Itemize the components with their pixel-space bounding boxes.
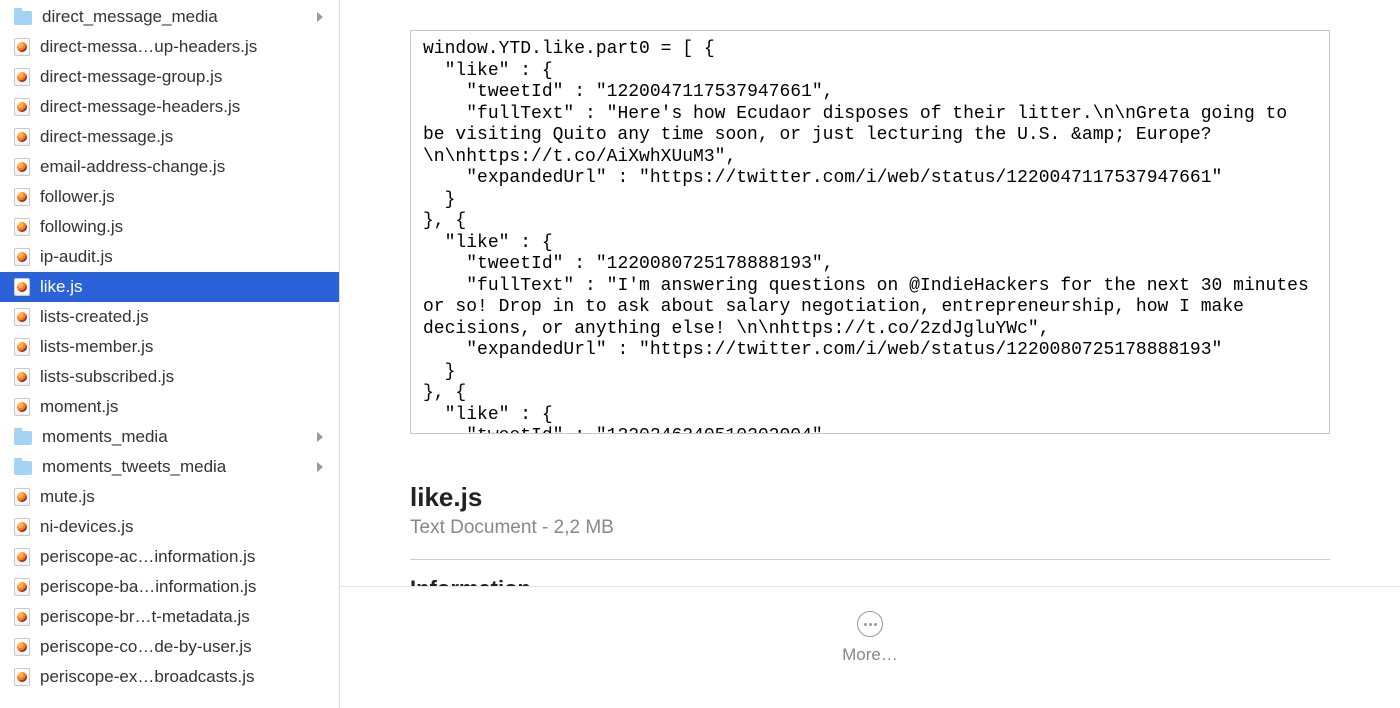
file-row[interactable]: periscope-ac…information.js	[0, 542, 339, 572]
file-row[interactable]: direct-messa…up-headers.js	[0, 32, 339, 62]
file-row-label: mute.js	[40, 487, 329, 507]
file-row-label: periscope-ex…broadcasts.js	[40, 667, 329, 687]
file-row-label: ni-devices.js	[40, 517, 329, 537]
preview-size: 2,2 MB	[554, 517, 614, 538]
file-row-label: direct-message.js	[40, 127, 329, 147]
file-row-label: ip-audit.js	[40, 247, 329, 267]
folder-icon	[14, 461, 32, 475]
file-row[interactable]: periscope-co…de-by-user.js	[0, 632, 339, 662]
file-row-label: moments_media	[42, 427, 317, 447]
chevron-right-icon	[317, 432, 323, 442]
js-file-icon	[14, 368, 30, 386]
folder-icon	[14, 431, 32, 445]
preview-subline: Text Document - 2,2 MB	[410, 517, 1330, 539]
file-preview-code: window.YTD.like.part0 = [ { "like" : { "…	[423, 39, 1317, 434]
js-file-icon	[14, 218, 30, 236]
js-file-icon	[14, 158, 30, 176]
file-row[interactable]: lists-subscribed.js	[0, 362, 339, 392]
folder-icon	[14, 11, 32, 25]
file-row-label: email-address-change.js	[40, 157, 329, 177]
file-row[interactable]: periscope-ba…information.js	[0, 572, 339, 602]
footer-bar: More…	[340, 586, 1400, 708]
file-list-sidebar: direct_message_media direct-messa…up-head…	[0, 0, 340, 708]
file-row[interactable]: ip-audit.js	[0, 242, 339, 272]
file-row-label: like.js	[40, 277, 329, 297]
file-row[interactable]: direct_message_media	[0, 2, 339, 32]
file-row[interactable]: lists-member.js	[0, 332, 339, 362]
file-row[interactable]: moments_tweets_media	[0, 452, 339, 482]
js-file-icon	[14, 488, 30, 506]
file-row[interactable]: direct-message-headers.js	[0, 92, 339, 122]
file-row-label: lists-subscribed.js	[40, 367, 329, 387]
file-row-label: periscope-br…t-metadata.js	[40, 607, 329, 627]
js-file-icon	[14, 308, 30, 326]
file-row-label: direct-message-headers.js	[40, 97, 329, 117]
file-row[interactable]: ni-devices.js	[0, 512, 339, 542]
file-row-label: moments_tweets_media	[42, 457, 317, 477]
file-row[interactable]: mute.js	[0, 482, 339, 512]
file-row-label: following.js	[40, 217, 329, 237]
js-file-icon	[14, 68, 30, 86]
file-row[interactable]: following.js	[0, 212, 339, 242]
file-row-label: lists-member.js	[40, 337, 329, 357]
chevron-right-icon	[317, 12, 323, 22]
file-preview-box: window.YTD.like.part0 = [ { "like" : { "…	[410, 30, 1330, 434]
file-row[interactable]: lists-created.js	[0, 302, 339, 332]
js-file-icon	[14, 38, 30, 56]
js-file-icon	[14, 608, 30, 626]
file-row-label: direct-message-group.js	[40, 67, 329, 87]
js-file-icon	[14, 398, 30, 416]
js-file-icon	[14, 248, 30, 266]
preview-kind: Text Document	[410, 517, 537, 538]
file-row[interactable]: follower.js	[0, 182, 339, 212]
file-row[interactable]: direct-message.js	[0, 122, 339, 152]
finder-window: direct_message_media direct-messa…up-head…	[0, 0, 1400, 708]
file-row-label: periscope-co…de-by-user.js	[40, 637, 329, 657]
js-file-icon	[14, 668, 30, 686]
file-row[interactable]: periscope-ex…broadcasts.js	[0, 662, 339, 692]
file-row-label: follower.js	[40, 187, 329, 207]
js-file-icon	[14, 278, 30, 296]
file-row-label: lists-created.js	[40, 307, 329, 327]
chevron-right-icon	[317, 462, 323, 472]
file-row-label: periscope-ba…information.js	[40, 577, 329, 597]
js-file-icon	[14, 518, 30, 536]
file-row[interactable]: periscope-br…t-metadata.js	[0, 602, 339, 632]
js-file-icon	[14, 548, 30, 566]
js-file-icon	[14, 638, 30, 656]
file-row-label: moment.js	[40, 397, 329, 417]
js-file-icon	[14, 188, 30, 206]
more-button[interactable]	[857, 611, 883, 637]
file-row[interactable]: moment.js	[0, 392, 339, 422]
js-file-icon	[14, 128, 30, 146]
file-row-label: periscope-ac…information.js	[40, 547, 329, 567]
more-label: More…	[842, 645, 898, 665]
js-file-icon	[14, 98, 30, 116]
js-file-icon	[14, 338, 30, 356]
file-row[interactable]: direct-message-group.js	[0, 62, 339, 92]
file-row[interactable]: email-address-change.js	[0, 152, 339, 182]
divider	[410, 559, 1330, 560]
file-row[interactable]: like.js	[0, 272, 339, 302]
js-file-icon	[14, 578, 30, 596]
file-row[interactable]: moments_media	[0, 422, 339, 452]
file-row-label: direct-messa…up-headers.js	[40, 37, 329, 57]
file-row-label: direct_message_media	[42, 7, 317, 27]
preview-filename: like.js	[410, 482, 1330, 513]
